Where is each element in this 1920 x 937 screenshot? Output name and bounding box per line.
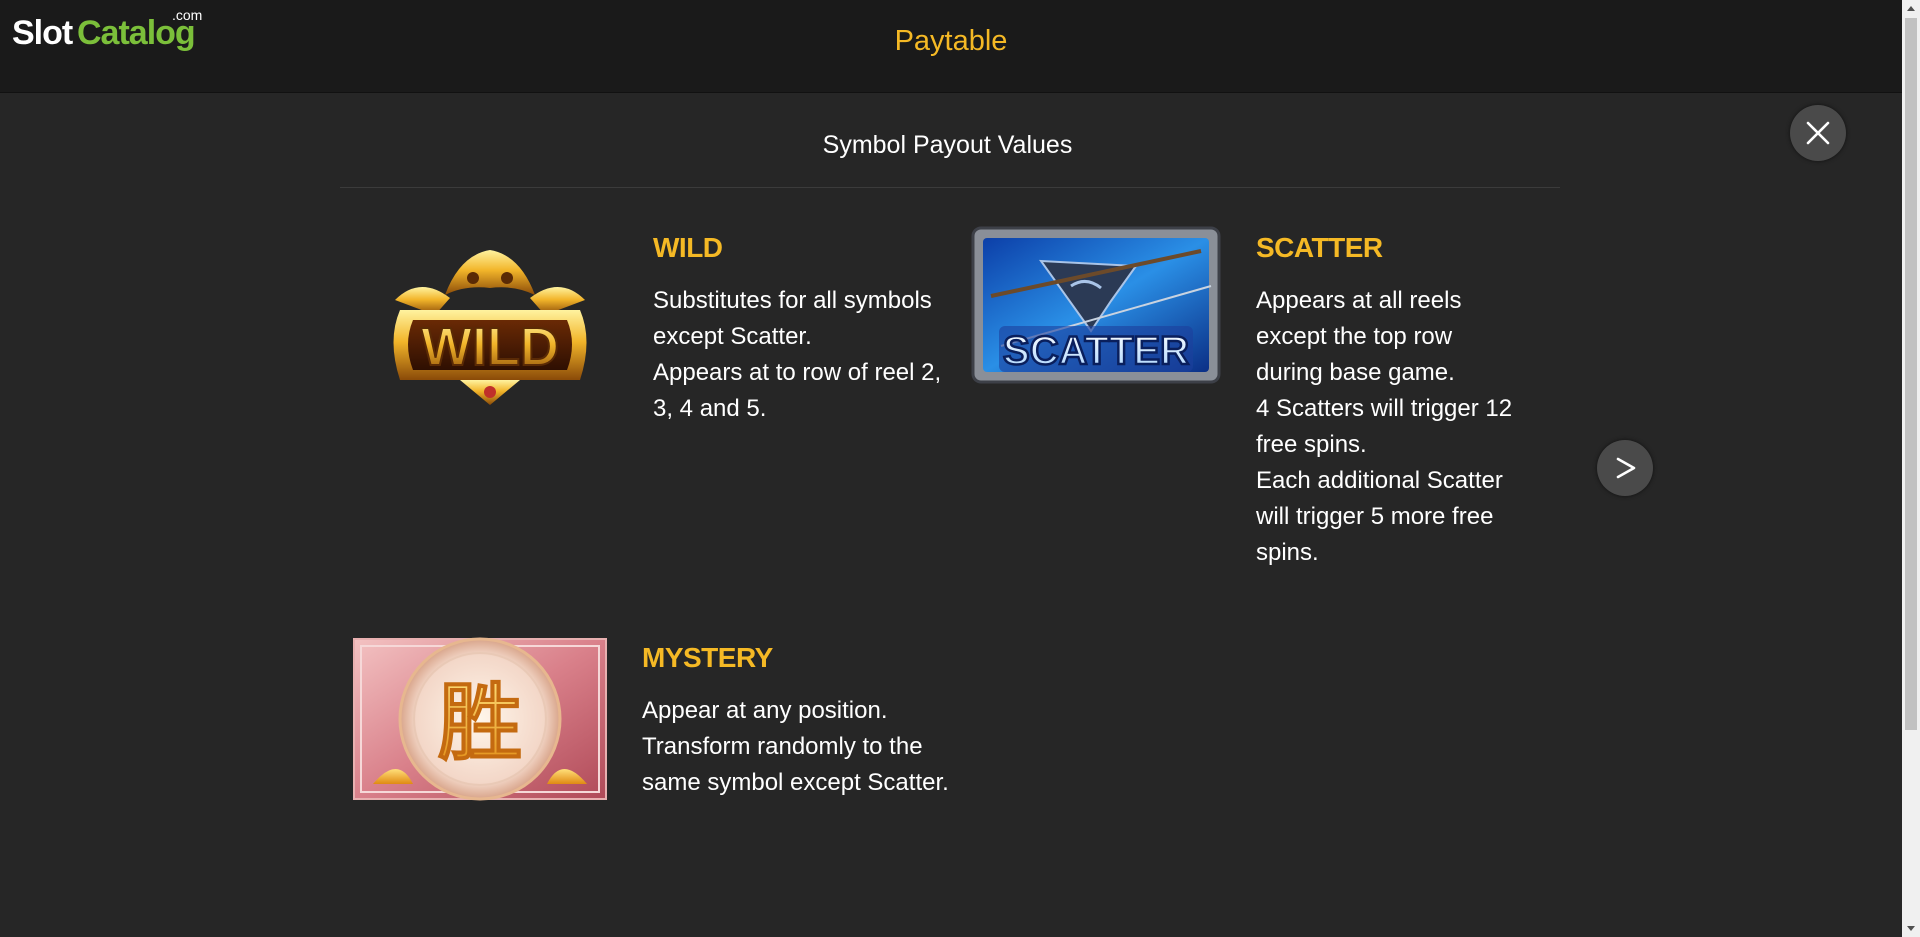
wild-symbol-description: Substitutes for all symbols except Scatt… bbox=[653, 283, 941, 427]
scatter-desc-line: during base game. bbox=[1256, 359, 1455, 386]
wild-desc-line: Appears at to row of reel 2, bbox=[653, 359, 942, 386]
mystery-symbol-image: 胜 bbox=[353, 634, 607, 801]
vertical-scrollbar[interactable] bbox=[1902, 0, 1920, 937]
mystery-symbol-description: Appear at any position. Transform random… bbox=[642, 693, 949, 801]
scroll-up-icon[interactable] bbox=[1907, 6, 1915, 11]
scatter-badge-text: SCATTER bbox=[1003, 329, 1189, 373]
scroll-down-icon[interactable] bbox=[1907, 926, 1915, 931]
close-icon bbox=[1806, 121, 1830, 145]
scrollbar-thumb[interactable] bbox=[1905, 18, 1917, 730]
mystery-desc-line: Transform randomly to the bbox=[642, 733, 923, 760]
mystery-glyph: 胜 bbox=[438, 674, 522, 772]
mystery-desc-line: same symbol except Scatter. bbox=[642, 769, 949, 796]
scatter-desc-line: 4 Scatters will trigger 12 bbox=[1256, 395, 1513, 422]
wild-badge-text: WILD bbox=[421, 317, 559, 377]
wild-symbol-name: WILD bbox=[653, 232, 723, 263]
scatter-symbol-name: SCATTER bbox=[1256, 232, 1383, 263]
wild-desc-line: Substitutes for all symbols bbox=[653, 287, 932, 314]
scatter-symbol-description: Appears at all reels except the top row … bbox=[1256, 283, 1512, 571]
next-page-button[interactable] bbox=[1597, 440, 1653, 496]
wild-desc-line: except Scatter. bbox=[653, 323, 812, 350]
page-title: Paytable bbox=[894, 25, 1008, 57]
mystery-desc-line: Appear at any position. bbox=[642, 697, 888, 724]
chevron-right-icon bbox=[1616, 457, 1636, 479]
logo-dotcom-text: .com bbox=[172, 7, 203, 23]
top-bar: Slot Catalog .com Paytable bbox=[0, 0, 1902, 93]
wild-desc-line: 3, 4 and 5. bbox=[653, 395, 767, 422]
wild-symbol-image: WILD bbox=[365, 240, 615, 420]
scatter-desc-line: except the top row bbox=[1256, 323, 1453, 350]
scatter-desc-line: spins. bbox=[1256, 539, 1319, 566]
section-title: Symbol Payout Values bbox=[822, 131, 1073, 159]
scatter-desc-line: Appears at all reels bbox=[1256, 287, 1462, 314]
scatter-desc-line: Each additional Scatter bbox=[1256, 467, 1503, 494]
divider bbox=[340, 187, 1560, 188]
scatter-desc-line: free spins. bbox=[1256, 431, 1367, 458]
scatter-desc-line: will trigger 5 more free bbox=[1256, 503, 1494, 530]
mystery-symbol-name: MYSTERY bbox=[642, 642, 773, 673]
scatter-symbol-image: SCATTER bbox=[971, 226, 1221, 384]
close-button[interactable] bbox=[1790, 105, 1846, 161]
